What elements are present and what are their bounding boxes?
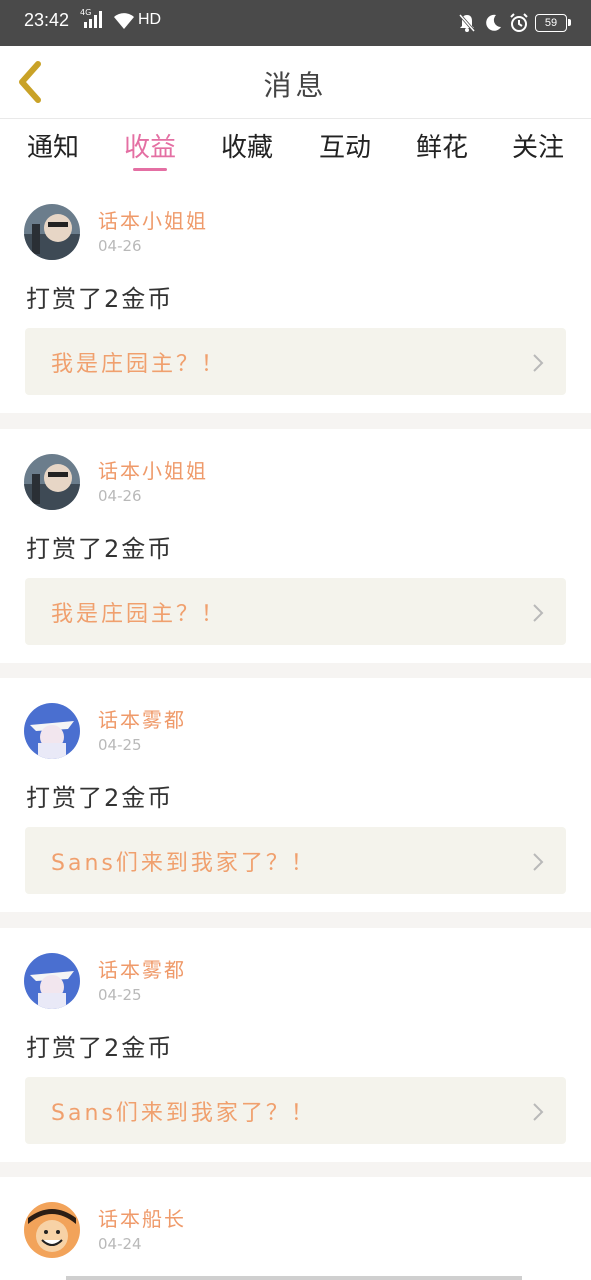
avatar[interactable] — [24, 454, 80, 510]
alarm-icon — [510, 13, 528, 32]
book-title: Sans们来到我家了？！ — [51, 851, 316, 876]
tip-action: 打赏了2金币 — [26, 1034, 174, 1062]
timestamp: 04-25 — [98, 736, 142, 754]
book-title: 我是庄园主？！ — [51, 602, 227, 627]
timestamp: 04-24 — [98, 1235, 142, 1253]
book-link[interactable]: 我是庄园主？！ — [25, 578, 566, 645]
book-link[interactable]: Sans们来到我家了？！ — [25, 827, 566, 894]
tab-interaction[interactable]: 互动 — [305, 127, 385, 179]
tab-earnings[interactable]: 收益 — [110, 127, 190, 179]
hd-indicator: HD — [138, 11, 162, 28]
partial-row-divider — [66, 1276, 522, 1280]
avatar[interactable] — [24, 703, 80, 759]
tip-action: 打赏了2金币 — [26, 535, 174, 563]
user-name[interactable]: 话本小姐姐 — [98, 205, 208, 234]
page-title: 消息 — [263, 69, 328, 102]
app-header: 消息 — [0, 46, 591, 119]
tab-notice[interactable]: 通知 — [13, 127, 93, 179]
list-item: 话本船长 04-24 — [0, 1177, 591, 1280]
list-item: 话本雾都 04-25 打赏了2金币 Sans们来到我家了？！ — [0, 678, 591, 912]
tab-flowers[interactable]: 鲜花 — [402, 127, 482, 179]
book-title: 我是庄园主？！ — [51, 352, 227, 377]
tip-action: 打赏了2金币 — [26, 285, 174, 313]
tip-action: 打赏了2金币 — [26, 784, 174, 812]
book-link[interactable]: Sans们来到我家了？！ — [25, 1077, 566, 1144]
book-link[interactable]: 我是庄园主？！ — [25, 328, 566, 395]
book-title: Sans们来到我家了？！ — [51, 1101, 316, 1126]
user-name[interactable]: 话本雾都 — [98, 954, 186, 983]
tab-bar: 通知 收益 收藏 互动 鲜花 关注 — [0, 119, 591, 179]
chevron-right-icon — [533, 354, 544, 372]
list-item: 话本雾都 04-25 打赏了2金币 Sans们来到我家了？！ — [0, 928, 591, 1162]
wifi-icon — [114, 13, 134, 29]
active-tab-indicator — [133, 168, 167, 171]
avatar[interactable] — [24, 1202, 80, 1258]
user-name[interactable]: 话本小姐姐 — [98, 455, 208, 484]
user-name[interactable]: 话本雾都 — [98, 704, 186, 733]
cellular-signal-icon: 4G — [80, 8, 106, 30]
timestamp: 04-25 — [98, 986, 142, 1004]
list-item: 话本小姐姐 04-26 打赏了2金币 我是庄园主？！ — [0, 429, 591, 663]
timestamp: 04-26 — [98, 237, 142, 255]
chevron-right-icon — [533, 604, 544, 622]
list-item: 话本小姐姐 04-26 打赏了2金币 我是庄园主？！ — [0, 179, 591, 413]
moon-icon — [486, 14, 501, 31]
tab-favorites[interactable]: 收藏 — [207, 127, 287, 179]
avatar[interactable] — [24, 204, 80, 260]
mute-bell-icon — [458, 14, 476, 32]
avatar[interactable] — [24, 953, 80, 1009]
tab-follow[interactable]: 关注 — [498, 127, 578, 179]
chevron-right-icon — [533, 853, 544, 871]
chevron-right-icon — [533, 1103, 544, 1121]
timestamp: 04-26 — [98, 487, 142, 505]
battery-icon: 59 — [535, 14, 571, 32]
network-type: 4G — [80, 8, 92, 17]
status-bar: 23:42 4G HD 59 — [0, 0, 591, 46]
user-name[interactable]: 话本船长 — [98, 1203, 186, 1232]
status-time: 23:42 — [24, 10, 70, 30]
